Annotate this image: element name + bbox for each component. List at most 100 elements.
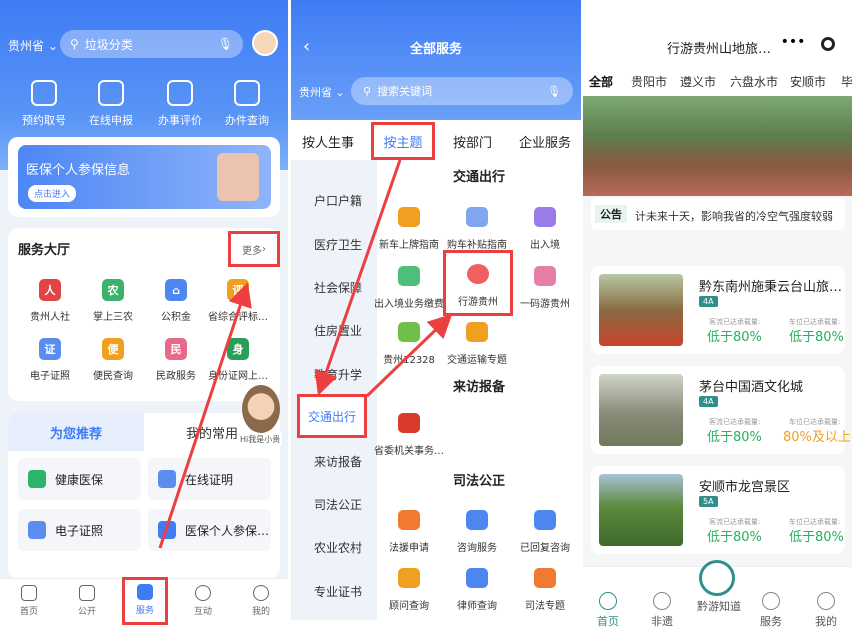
more-options-icon[interactable]: ••• [779,34,807,56]
search-bar[interactable]: ⚲ 垃圾分类 🎙 [60,30,243,58]
scenic-card[interactable]: 茅台中国酒文化城 4A 客流已达承载量: 低于80% 车位已达承载量: 80%及… [591,366,851,454]
tab-label: 为您推荐 [49,426,102,442]
item-party-affairs[interactable]: 省委机关事务… [373,413,445,457]
item-exit-entry-fee[interactable]: 出入境业务缴费 [373,266,445,310]
nav-mine[interactable]: 我的 [801,592,851,629]
scenic-card[interactable]: 安顺市龙宫景区 5A 客流已达承载量: 低于80% 车位已达承载量: 低于80% [591,466,845,554]
item-consult[interactable]: 咨询服务 [441,510,513,554]
tab-by-department[interactable]: 按部门 [453,132,492,151]
item-replied[interactable]: 已回复咨询 [509,510,581,554]
microphone-icon[interactable]: 🎙 [218,37,233,51]
service-agri[interactable]: 农掌上三农 [83,279,143,323]
plane-icon [534,207,556,227]
service-label: 公积金 [161,312,191,323]
hero-image [583,96,852,196]
province-selector[interactable]: 贵州省 ⌄ [8,37,58,54]
item-label: 省委机关事务… [374,446,444,457]
tab-life-events[interactable]: 按人生事 [302,132,354,151]
category-traffic-selected[interactable]: 交通出行 [297,394,367,438]
service-civil[interactable]: 民民政服务 [146,338,206,382]
item-legal-aid[interactable]: 法援申请 [373,510,445,554]
house-icon: ⌂ [165,279,187,301]
search-bar[interactable]: ⚲ 搜索关键词 🎙 [351,77,573,105]
level-badge: 5A [699,496,718,507]
tab-enterprise[interactable]: 企业服务 [519,132,571,151]
item-car-subsidy[interactable]: 购车补贴指南 [441,207,513,251]
item-one-code-tour[interactable]: 一码游贵州 [509,266,581,310]
category-item[interactable]: 司法公正 [299,496,377,513]
item-new-car[interactable]: 新车上牌指南 [373,207,445,251]
microphone-icon[interactable]: 🎙 [547,85,561,98]
scenic-name: 茅台中国酒文化城 [699,380,804,395]
quick-query[interactable]: 办件查询 [217,80,277,128]
service-fund[interactable]: ⌂ 公积金 [146,279,206,323]
screen-travel-guizhou: 行游贵州山地旅… ••• 全部 贵阳市 遵义市 六盘水市 安顺市 毕 公告 计未… [583,0,852,633]
city-tab[interactable]: 六盘水市 [730,73,778,90]
hotline-icon [398,322,420,342]
section-title-visit: 来访报备 [453,380,506,395]
item-advisor[interactable]: 顾问查询 [373,568,445,612]
item-travel-guizhou[interactable]: 行游贵州 [443,250,513,316]
person-icon [466,568,488,588]
nav-heritage[interactable]: 非遗 [637,592,687,629]
service-label: 掌上三农 [93,312,133,323]
nav-center-label[interactable]: 黔游知道 [691,598,747,614]
service-idcard[interactable]: 身身份证网上… [208,338,268,382]
category-item[interactable]: 来访报备 [299,453,377,470]
rec-health-insurance[interactable]: 健康医保 [18,458,141,500]
nav-service[interactable]: 服务 [746,592,796,629]
rec-online-proof[interactable]: 在线证明 [148,458,271,500]
promo-banner[interactable]: 医保个人参保信息 点击进入 [18,145,271,209]
category-item[interactable]: 户口户籍 [299,192,377,209]
service-label: 电子证照 [30,371,70,382]
nav-public[interactable]: 公开 [67,585,107,617]
category-item[interactable]: 农业农村 [299,539,377,556]
scenic-card[interactable]: 黔东南州施秉云台山旅… 4A 客流已达承载量: 低于80% 车位已达承载量: 低… [591,266,845,354]
chevron-right-icon: › [262,243,266,255]
crowd-value: 低于80% [707,330,762,345]
nav-center-button[interactable] [699,560,735,596]
parking-value: 80%及以上 [783,430,851,445]
quick-online-apply[interactable]: 在线申报 [81,80,141,128]
chevron-down-icon: ⌄ [47,39,58,53]
nav-mine[interactable]: 我的 [241,585,281,617]
shield-icon [137,584,153,600]
city-tab[interactable]: 贵阳市 [631,73,667,90]
item-12328[interactable]: 贵州12328 [373,322,445,366]
tab-by-topic[interactable]: 按主题 [371,122,435,160]
item-lawyer[interactable]: 律师查询 [441,568,513,612]
avatar[interactable] [252,30,278,56]
service-bidding[interactable]: 评省综合评标… [208,279,268,323]
more-button[interactable]: 更多 › [228,231,280,267]
category-item[interactable]: 医疗卫生 [299,236,377,253]
item-label: 一码游贵州 [520,299,570,310]
quick-evaluation[interactable]: 办事评价 [150,80,210,128]
city-tab-all[interactable]: 全部 [589,73,613,90]
nav-home[interactable]: 首页 [583,592,633,629]
rec-insurance-info[interactable]: 医保个人参保… [148,509,271,551]
quick-appointment[interactable]: 预约取号 [14,80,74,128]
category-item[interactable]: 专业证书 [299,583,377,600]
category-item[interactable]: 住房置业 [299,322,377,339]
service-ecert[interactable]: 证电子证照 [20,338,80,382]
city-tab[interactable]: 遵义市 [680,73,716,90]
item-label: 出入境业务缴费 [374,299,444,310]
item-transport-topic[interactable]: 交通运输专题 [441,322,513,366]
close-circle-icon[interactable] [821,37,835,51]
item-judicial-topic[interactable]: 司法专题 [509,568,581,612]
nav-service[interactable]: 服务 [122,577,168,625]
nav-interact[interactable]: 互动 [183,585,223,617]
promo-enter-button[interactable]: 点击进入 [28,185,77,202]
mascot[interactable] [242,385,280,433]
city-tab[interactable]: 安顺市 [790,73,826,90]
service-hrss[interactable]: 人贵州人社 [20,279,80,323]
service-convenience[interactable]: 便便民查询 [83,338,143,382]
nav-home[interactable]: 首页 [9,585,49,617]
tab-recommend[interactable]: 为您推荐 [8,413,144,451]
province-selector[interactable]: 贵州省 ⌄ [299,84,345,100]
category-item[interactable]: 社会保障 [299,279,377,296]
city-tab[interactable]: 毕 [841,73,852,90]
rec-ecert[interactable]: 电子证照 [18,509,141,551]
item-exit-entry[interactable]: 出入境 [509,207,581,251]
category-item[interactable]: 教育升学 [299,366,377,383]
